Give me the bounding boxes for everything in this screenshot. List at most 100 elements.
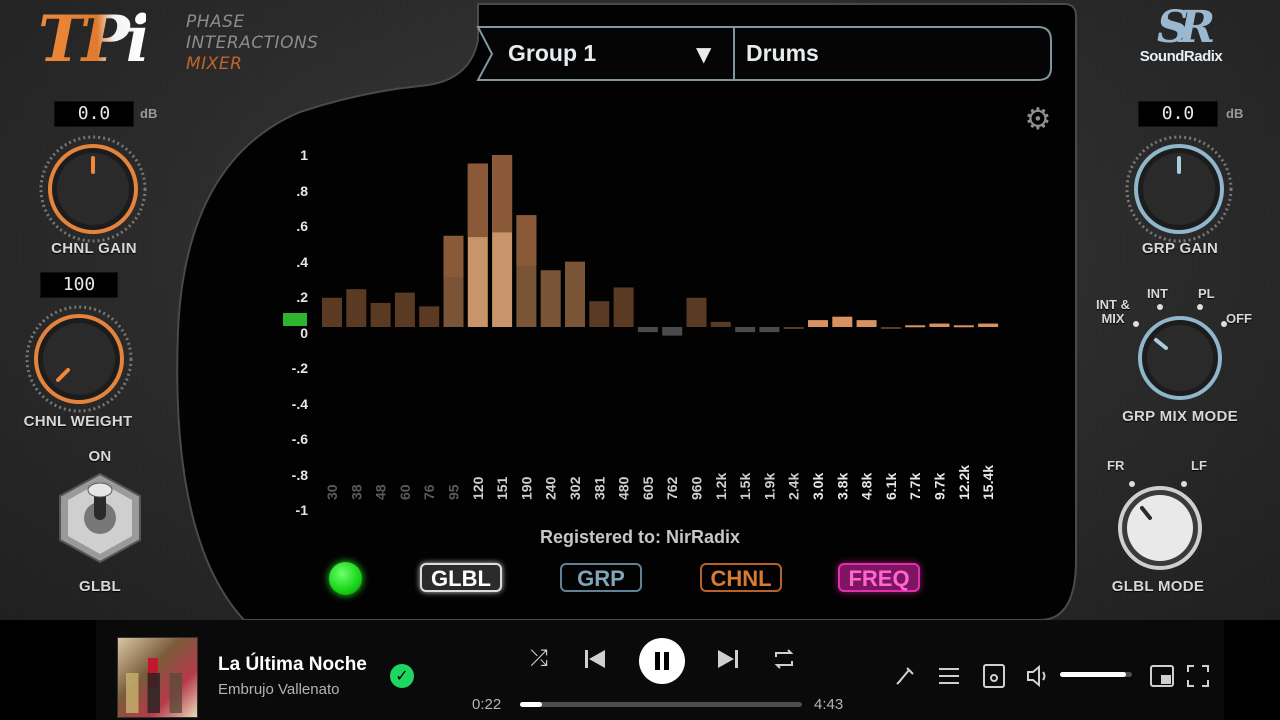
x-tick-label: 2.4k — [786, 473, 802, 500]
x-tick-label: 3.8k — [834, 473, 850, 500]
artist-name[interactable]: Embrujo Vallenato — [218, 681, 339, 698]
chnl-weight-label: CHNL WEIGHT — [23, 413, 133, 430]
y-tick-label: -1 — [295, 502, 308, 518]
x-tick-label: 762 — [664, 476, 680, 500]
x-tick-label: 12.2k — [956, 465, 972, 500]
grp-gain-value[interactable]: 0.0 — [1138, 101, 1218, 127]
bar — [735, 327, 756, 333]
x-tick-label: 15.4k — [980, 465, 996, 500]
saved-check-icon[interactable]: ✓ — [390, 664, 414, 688]
x-tick-label: 1.5k — [737, 473, 753, 500]
glbl-mode-lf[interactable]: LF — [1191, 458, 1207, 473]
y-tick-label: .6 — [296, 218, 308, 234]
grp-gain-knob[interactable] — [1124, 134, 1234, 244]
x-tick-label: 605 — [640, 476, 656, 500]
album-art[interactable] — [117, 637, 198, 718]
bar — [783, 327, 804, 329]
x-tick-label: 190 — [518, 476, 534, 500]
previous-icon[interactable] — [583, 648, 607, 670]
mix-mode-pl[interactable]: PL — [1198, 286, 1215, 301]
chnl-weight-knob[interactable] — [24, 304, 134, 414]
glbl-toggle-switch[interactable] — [55, 472, 145, 564]
bar — [565, 261, 585, 327]
freq-mode-button[interactable]: FREQ — [838, 563, 920, 592]
volume-icon[interactable] — [1026, 664, 1050, 688]
bar — [637, 327, 658, 333]
y-tick-label: 0 — [300, 324, 308, 341]
bar — [589, 301, 610, 327]
glbl-mode-button[interactable]: GLBL — [420, 563, 502, 592]
volume-fill — [1060, 672, 1127, 677]
x-tick-label: 1.9k — [761, 473, 777, 500]
track-name-field[interactable]: Drums — [746, 40, 819, 67]
toggle-on-label: ON — [88, 448, 112, 465]
bar — [978, 323, 999, 327]
x-tick-label: 302 — [567, 476, 583, 500]
bar-top — [516, 215, 537, 266]
x-tick-label: 381 — [591, 476, 607, 500]
chnl-gain-knob[interactable] — [38, 134, 148, 244]
x-tick-label: 76 — [421, 484, 437, 500]
next-icon[interactable] — [716, 648, 740, 670]
chevron-down-icon[interactable]: ▼ — [696, 42, 711, 66]
glbl-mode-knob[interactable] — [1112, 474, 1208, 574]
x-tick-label: 240 — [543, 476, 559, 500]
grp-gain-unit: dB — [1226, 106, 1244, 121]
x-tick-label: 1.2k — [713, 473, 729, 500]
x-tick-label: 3.0k — [810, 473, 826, 500]
repeat-icon[interactable] — [772, 648, 796, 670]
chnl-gain-label: CHNL GAIN — [51, 240, 137, 257]
progress-bar[interactable] — [520, 702, 802, 707]
shuffle-icon[interactable]: ⤮ — [524, 646, 554, 671]
x-tick-label: 30 — [324, 484, 340, 500]
x-tick-label: 7.7k — [907, 473, 923, 500]
plugin-window: 30 38 48 60 76 95 120 151 190 240 302 381 480 605 762 9… — [0, 0, 1280, 620]
volume-slider[interactable] — [1060, 672, 1132, 677]
product-name-line2: INTERACTIONS — [186, 33, 319, 53]
bar — [540, 270, 561, 327]
y-tick-label: .2 — [296, 289, 308, 305]
bar — [808, 320, 828, 327]
bar — [759, 327, 780, 333]
grp-mix-mode-knob[interactable] — [1128, 304, 1232, 408]
chnl-gain-unit: dB — [140, 106, 158, 121]
bar — [856, 320, 877, 327]
x-tick-label: 38 — [348, 484, 364, 500]
lyrics-mic-icon[interactable] — [893, 664, 917, 688]
x-tick-label: 960 — [689, 476, 705, 500]
bar — [953, 325, 974, 328]
progress-fill — [520, 702, 542, 707]
fullscreen-icon[interactable] — [1186, 664, 1210, 688]
bar — [905, 325, 926, 328]
chnl-mode-button[interactable]: CHNL — [700, 563, 782, 592]
chnl-weight-value[interactable]: 100 — [40, 272, 118, 298]
chnl-gain-value[interactable]: 0.0 — [54, 101, 134, 127]
x-tick-label: 60 — [397, 484, 413, 500]
registration-text: Registered to: NirRadix — [539, 527, 741, 547]
bar — [880, 327, 901, 329]
x-tick-label: 95 — [446, 484, 462, 500]
song-title[interactable]: La Última Noche — [218, 654, 367, 676]
pause-button[interactable] — [639, 638, 685, 684]
grp-mode-button[interactable]: GRP — [560, 563, 642, 592]
y-tick-label: -.8 — [291, 466, 308, 483]
elapsed-time: 0:22 — [472, 696, 502, 713]
x-tick-label: 4.8k — [859, 473, 875, 500]
miniplayer-icon[interactable] — [1150, 665, 1174, 687]
product-name-line1: PHASE — [186, 12, 245, 32]
connect-device-icon[interactable] — [983, 664, 1005, 688]
y-tick-label: -.6 — [291, 431, 308, 447]
bar — [370, 302, 391, 327]
gear-icon[interactable]: ⚙ — [1021, 103, 1055, 137]
bar — [686, 297, 707, 327]
glbl-mode-fr[interactable]: FR — [1107, 458, 1124, 473]
y-tick-label: .8 — [296, 182, 308, 199]
bar — [662, 327, 683, 336]
group-selector[interactable]: Group 1 — [508, 40, 596, 67]
y-tick-label: -.4 — [291, 395, 308, 412]
mix-mode-int-mix[interactable]: INT & MIX — [1093, 298, 1133, 326]
mix-mode-int[interactable]: INT — [1147, 286, 1168, 301]
grp-gain-label: GRP GAIN — [1141, 240, 1219, 257]
queue-icon[interactable] — [938, 666, 960, 686]
x-tick-label: 480 — [616, 476, 632, 500]
